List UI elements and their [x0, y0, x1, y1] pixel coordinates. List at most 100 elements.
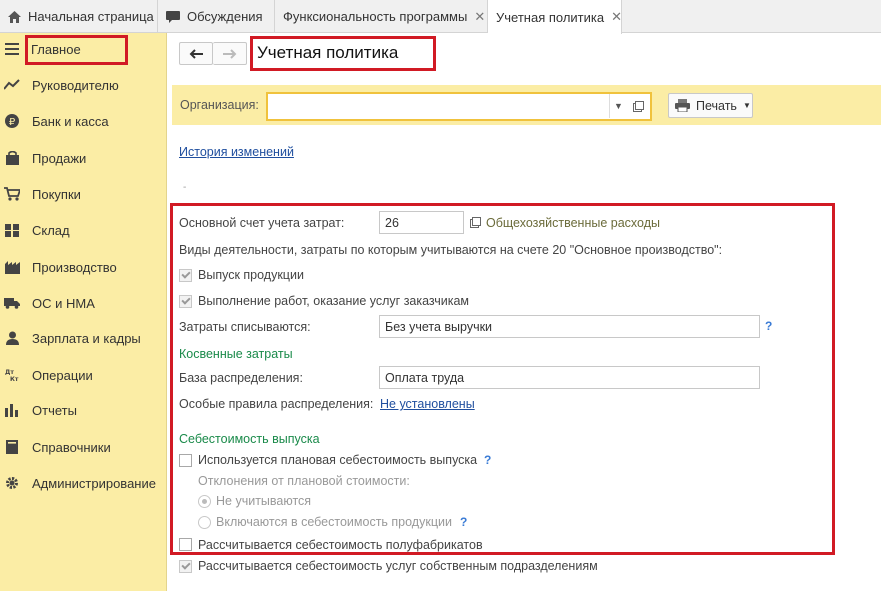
release-products-label: Выпуск продукции: [198, 268, 304, 282]
sidebar-item-purchases[interactable]: Покупки: [0, 179, 167, 209]
radio-included-label: Включаются в себестоимость продукции: [216, 515, 452, 529]
sidebar-item-warehouse[interactable]: Склад: [0, 215, 167, 245]
sidebar-item-bank[interactable]: ₽ Банк и касса: [0, 106, 167, 136]
arrow-right-icon: [222, 48, 236, 59]
tab-functionality[interactable]: Функсиональность программы ✕: [275, 0, 488, 33]
printer-icon: [675, 99, 690, 112]
activities-label: Виды деятельности, затраты по которым уч…: [179, 243, 723, 257]
ruble-icon: ₽: [4, 113, 20, 129]
sidebar-item-directories[interactable]: Справочники: [0, 432, 167, 462]
radio-not-counted-label: Не учитываются: [216, 494, 312, 508]
tab-discussions[interactable]: Обсуждения: [158, 0, 275, 33]
sidebar-item-sales[interactable]: Продажи: [0, 143, 167, 173]
planned-cost-label: Используется плановая себестоимость выпу…: [198, 453, 478, 467]
book-icon: [4, 439, 20, 455]
close-icon[interactable]: ✕: [611, 9, 622, 25]
special-rules-link[interactable]: Не установлены: [380, 397, 475, 411]
svg-text:Дт: Дт: [5, 369, 14, 376]
bar-chart-icon: [4, 402, 20, 418]
highlight-box-title: [250, 36, 436, 71]
works-services-label: Выполнение работ, оказание услуг заказчи…: [198, 294, 470, 308]
tab-label: Функсиональность программы: [283, 9, 468, 24]
forward-button[interactable]: [213, 42, 247, 65]
warehouse-icon: [4, 222, 20, 238]
cost-account-input[interactable]: 26: [379, 211, 464, 234]
works-services-checkbox[interactable]: [179, 295, 192, 308]
sidebar-item-label: ОС и НМА: [32, 295, 95, 311]
gear-icon: [4, 475, 20, 491]
operations-icon: Дт Кт: [4, 367, 20, 383]
help-icon[interactable]: ?: [484, 453, 491, 467]
home-icon: [8, 10, 21, 23]
open-icon[interactable]: [628, 94, 648, 118]
special-rules-label: Особые правила распределения:: [179, 397, 374, 411]
own-divisions-label: Рассчитывается себестоимость услуг собст…: [198, 559, 598, 573]
cost-account-label: Основной счет учета затрат:: [179, 216, 345, 230]
help-icon[interactable]: ?: [460, 515, 467, 529]
sidebar-item-label: Склад: [32, 222, 70, 238]
sidebar-item-reports[interactable]: Отчеты: [0, 395, 167, 425]
tab-bar: Начальная страница Обсуждения Функсионал…: [0, 0, 881, 34]
sidebar-item-label: Покупки: [32, 186, 81, 202]
planned-cost-checkbox[interactable]: [179, 454, 192, 467]
sidebar-item-fixed-assets[interactable]: ОС и НМА: [0, 288, 167, 318]
close-icon[interactable]: ✕: [474, 9, 485, 25]
organization-label: Организация:: [180, 98, 259, 112]
sidebar-item-operations[interactable]: Дт Кт Операции: [0, 360, 167, 390]
sidebar-item-label: Отчеты: [32, 402, 77, 418]
costs-written-select[interactable]: Без учета выручки: [379, 315, 760, 338]
chevron-down-icon: ▼: [742, 101, 751, 110]
person-icon: [4, 330, 20, 346]
cost-account-name: Общехозяйственные расходы: [486, 216, 660, 230]
sidebar-item-label: Операции: [32, 367, 93, 383]
menu-icon: [4, 41, 20, 57]
sidebar-item-label: Банк и касса: [32, 113, 109, 129]
sidebar-item-administration[interactable]: Администрирование: [0, 468, 167, 498]
history-link[interactable]: История изменений: [179, 145, 294, 159]
organization-input[interactable]: [266, 92, 652, 121]
deviations-label: Отклонения от плановой стоимости:: [198, 474, 410, 488]
tab-label: Начальная страница: [28, 9, 154, 24]
sidebar-item-label: Производство: [32, 259, 117, 275]
sidebar-item-label: Справочники: [32, 439, 111, 455]
open-icon[interactable]: [468, 215, 482, 229]
tab-label: Обсуждения: [187, 9, 263, 24]
cart-icon: [4, 186, 20, 202]
sidebar-item-label: Продажи: [32, 150, 87, 166]
sidebar-item-salary[interactable]: Зарплата и кадры: [0, 323, 167, 353]
cost-price-header: Себестоимость выпуска: [179, 432, 320, 446]
svg-text:Кт: Кт: [10, 376, 19, 382]
print-button[interactable]: Печать ▼: [668, 93, 753, 118]
chevron-down-icon[interactable]: ▼: [609, 94, 627, 118]
shopping-bag-icon: [4, 150, 20, 166]
highlight-box-main: [25, 35, 128, 65]
allocation-base-select[interactable]: Оплата труда: [379, 366, 760, 389]
svg-text:₽: ₽: [9, 117, 16, 128]
sidebar-item-production[interactable]: Производство: [0, 252, 167, 282]
semi-finished-label: Рассчитывается себестоимость полуфабрика…: [198, 538, 483, 552]
indirect-costs-header: Косвенные затраты: [179, 347, 293, 361]
sidebar-item-manager[interactable]: Руководителю: [0, 70, 167, 100]
print-label: Печать: [696, 98, 737, 113]
sidebar-item-label: Зарплата и кадры: [32, 330, 141, 346]
chat-icon: [166, 10, 180, 23]
semi-finished-checkbox[interactable]: [179, 538, 192, 551]
separator-dash: -: [183, 182, 187, 193]
arrow-left-icon: [189, 48, 203, 59]
sidebar-item-label: Руководителю: [32, 77, 119, 93]
tab-home[interactable]: Начальная страница: [0, 0, 158, 33]
back-button[interactable]: [179, 42, 213, 65]
release-products-checkbox[interactable]: [179, 269, 192, 282]
radio-not-counted[interactable]: [198, 495, 211, 508]
chart-line-icon: [4, 77, 20, 93]
sidebar-item-label: Администрирование: [32, 475, 156, 491]
costs-written-label: Затраты списываются:: [179, 320, 311, 334]
tab-label: Учетная политика: [496, 9, 605, 25]
own-divisions-checkbox[interactable]: [179, 560, 192, 573]
radio-included[interactable]: [198, 516, 211, 529]
truck-icon: [4, 295, 20, 311]
allocation-base-label: База распределения:: [179, 371, 303, 385]
help-icon[interactable]: ?: [765, 319, 772, 333]
factory-icon: [4, 259, 20, 275]
tab-accounting-policy[interactable]: Учетная политика ✕: [488, 0, 622, 34]
